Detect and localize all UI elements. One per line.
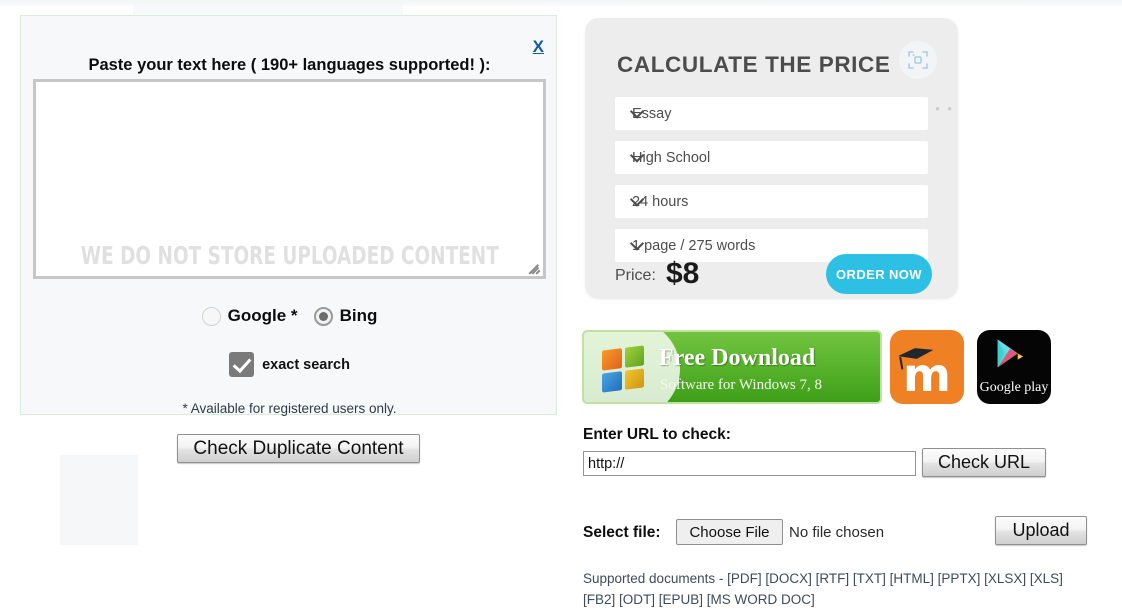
radio-bing-icon[interactable] [313,306,333,326]
select-academic-level[interactable]: High School [615,141,928,174]
radio-google-icon[interactable] [201,306,221,326]
choose-file-button[interactable]: Choose File [676,519,783,545]
radio-option-bing[interactable]: Bing [313,306,378,326]
background-artifact-top [133,0,403,16]
url-section-title: Enter URL to check: [583,426,731,443]
chevron-down-icon [632,238,643,245]
exact-search-row[interactable]: exact search [21,352,558,377]
select-paper-type[interactable]: Essay [615,97,928,130]
price-calculator-panel: CALCULATE THE PRICE • • • Essay High Sch… [585,18,958,299]
chevron-down-icon [632,106,643,113]
exact-search-checkbox-icon[interactable] [229,352,255,377]
registered-users-note: * Available for registered users only. [182,401,397,416]
check-duplicate-content-button[interactable]: Check Duplicate Content [177,434,420,463]
exact-search-label: exact search [262,356,350,373]
text-input-area[interactable]: WE DO NOT STORE UPLOADED CONTENT [33,79,546,279]
background-artifact-left [60,455,138,545]
close-icon[interactable]: X [533,38,544,55]
windows-logo-icon [602,345,644,393]
text-input-panel: X Paste your text here ( 190+ languages … [20,15,558,416]
radio-bing-label: Bing [339,306,378,325]
page-root: X Paste your text here ( 190+ languages … [0,0,1122,613]
check-url-button[interactable]: Check URL [922,448,1046,477]
price-value: $8 [666,257,700,290]
price-label: Price: [615,267,656,284]
google-play-icon[interactable]: Google play [977,330,1051,404]
select-deadline[interactable]: 24 hours [615,185,928,218]
watermark-text: WE DO NOT STORE UPLOADED CONTENT [80,241,499,270]
calculator-title: CALCULATE THE PRICE [617,52,891,77]
free-download-banner[interactable]: Free Download Software for Windows 7, 8 [582,330,882,404]
banner-title: Free Download [659,345,816,371]
radio-google-label: Google * [227,306,298,325]
select-pages-value: 1 page / 275 words [632,237,756,254]
paste-text-label: Paste your text here ( 190+ languages su… [88,56,491,74]
select-file-label: Select file: [583,524,661,541]
order-now-button[interactable]: ORDER NOW [826,254,932,294]
file-status-text: No file chosen [789,524,885,541]
url-input[interactable] [583,451,916,476]
play-triangle-icon [997,339,1024,368]
moodle-icon[interactable]: m [890,330,964,404]
chevron-down-icon [632,150,643,157]
supported-documents-text: Supported documents - [PDF] [DOCX] [RTF]… [583,571,1063,607]
textarea-resize-handle[interactable] [528,261,542,275]
banner-subtitle: Software for Windows 7, 8 [660,377,823,393]
radio-option-google[interactable]: Google * [201,306,298,326]
chevron-down-icon [632,194,643,201]
google-play-label: Google play [979,380,1049,395]
select-academic-level-value: High School [632,149,711,166]
upload-button[interactable]: Upload [995,516,1087,545]
scan-frame-icon[interactable] [899,41,937,79]
search-engine-options: Google * Bing [21,306,558,326]
